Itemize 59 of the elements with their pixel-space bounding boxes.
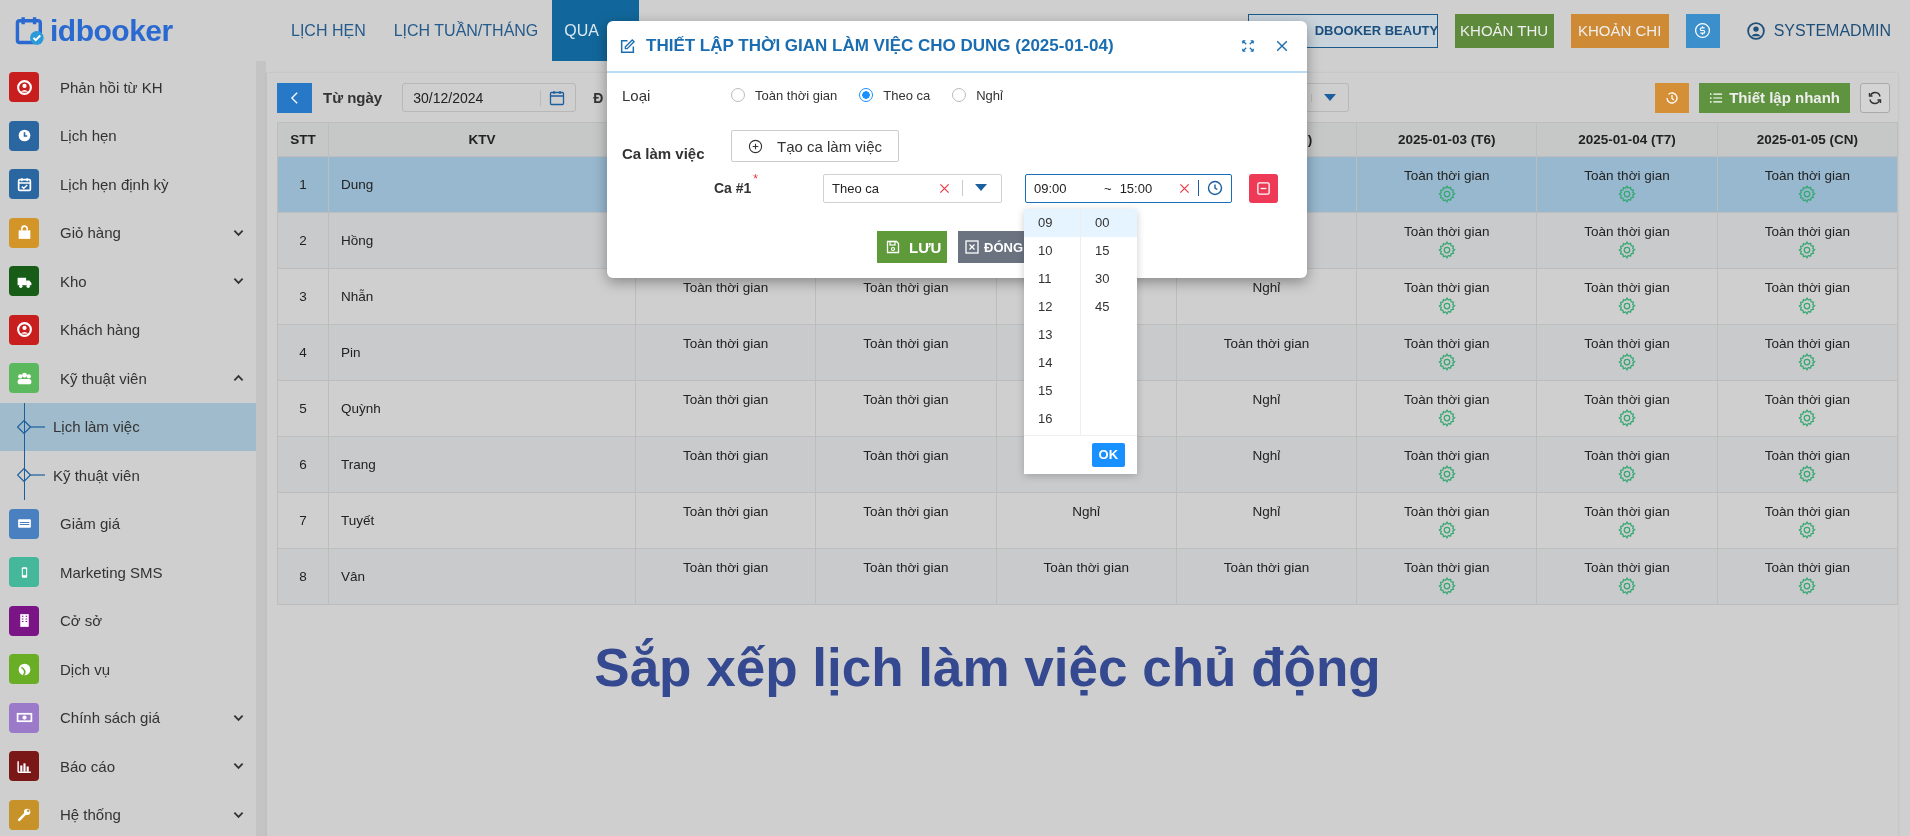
caption: Sắp xếp lịch làm việc chủ động <box>594 637 1381 698</box>
schedule-text: Toàn thời gian <box>682 448 769 463</box>
schedule-text: Nghỉ <box>1252 504 1281 519</box>
field-label: Loại <box>622 86 652 104</box>
schedule-text: Toàn thời gian <box>1584 168 1670 183</box>
table-cell: Vân <box>329 549 636 605</box>
schedule-text: Toàn thời gian <box>682 280 769 295</box>
schedule-text: Toàn thời gian <box>863 336 949 351</box>
from-date-label: Từ ngày <box>323 89 383 106</box>
schedule-text: Toàn thời gian <box>1404 448 1490 463</box>
schedule-text: Toàn thời gian <box>1223 336 1310 351</box>
schedule-text: Toàn thời gian <box>1764 392 1851 407</box>
table-cell: 8 <box>278 549 329 605</box>
shift-label: Ca #1 <box>714 180 752 196</box>
schedule-text: Toàn thời gian <box>1764 560 1851 575</box>
schedule-text: Toàn thời gian <box>1584 504 1670 519</box>
schedule-text: Toàn thời gian <box>863 448 949 463</box>
schedule-text: Nghỉ <box>1072 504 1101 519</box>
schedule-text: Toàn thời gian <box>1404 336 1490 351</box>
column-header: STT <box>278 123 329 157</box>
schedule-text: Toàn thời gian <box>1764 224 1851 239</box>
schedule-text: Toàn thời gian <box>863 560 949 575</box>
schedule-text: Toàn thời gian <box>1764 336 1851 351</box>
schedule-text: Toàn thời gian <box>682 336 769 351</box>
schedule-text: Toàn thời gian <box>1404 504 1490 519</box>
schedule-text: Toàn thời gian <box>1404 560 1490 575</box>
column-header: 2025-01-04 (T7) <box>1537 123 1718 157</box>
schedule-text: Nghỉ <box>1252 448 1281 463</box>
schedule-text: Toàn thời gian <box>1584 336 1670 351</box>
schedule-text: Toàn thời gian <box>1404 280 1490 295</box>
schedule-text: Nghỉ <box>1252 280 1281 295</box>
schedule-text: Toàn thời gian <box>1584 448 1670 463</box>
to-date-label: Đ <box>593 89 604 106</box>
schedule-text: Toàn thời gian <box>1764 448 1851 463</box>
schedule-text: Toàn thời gian <box>863 504 949 519</box>
schedule-text: Toàn thời gian <box>863 280 949 295</box>
column-header: 2025-01-03 (T6) <box>1357 123 1538 157</box>
schedule-text: Toàn thời gian <box>1584 560 1670 575</box>
schedule-text: Toàn thời gian <box>1584 224 1670 239</box>
schedule-text: Toàn thời gian <box>682 560 769 575</box>
schedule-text: Toàn thời gian <box>1223 560 1310 575</box>
schedule-text: Toàn thời gian <box>1764 504 1851 519</box>
schedule-text: Toàn thời gian <box>1404 392 1490 407</box>
schedule-text: Toàn thời gian <box>1764 280 1851 295</box>
schedule-text: Nghỉ <box>1252 392 1281 407</box>
logo-text: idbooker <box>50 13 173 48</box>
schedule-text: Toàn thời gian <box>1404 224 1490 239</box>
schedule-text: Toàn thời gian <box>1764 168 1851 183</box>
schedule-text: Toàn thời gian <box>1404 168 1490 183</box>
dialog-title: THIẾT LẬP THỜI GIAN LÀM VIỆC CHO DUNG (2025-01-04) <box>646 36 1114 56</box>
column-header: 2025-01-05 (CN) <box>1717 123 1898 157</box>
schedule-text: Toàn thời gian <box>863 392 949 407</box>
schedule-text: Toàn thời gian <box>1043 560 1129 575</box>
schedule-text: Toàn thời gian <box>682 504 769 519</box>
required-mark: * <box>753 172 759 186</box>
range-separator: ~ <box>1104 180 1112 196</box>
schedule-text: Toàn thời gian <box>1584 280 1670 295</box>
schedule-text: Toàn thời gian <box>682 392 769 407</box>
schedule-text: Toàn thời gian <box>1584 392 1670 407</box>
